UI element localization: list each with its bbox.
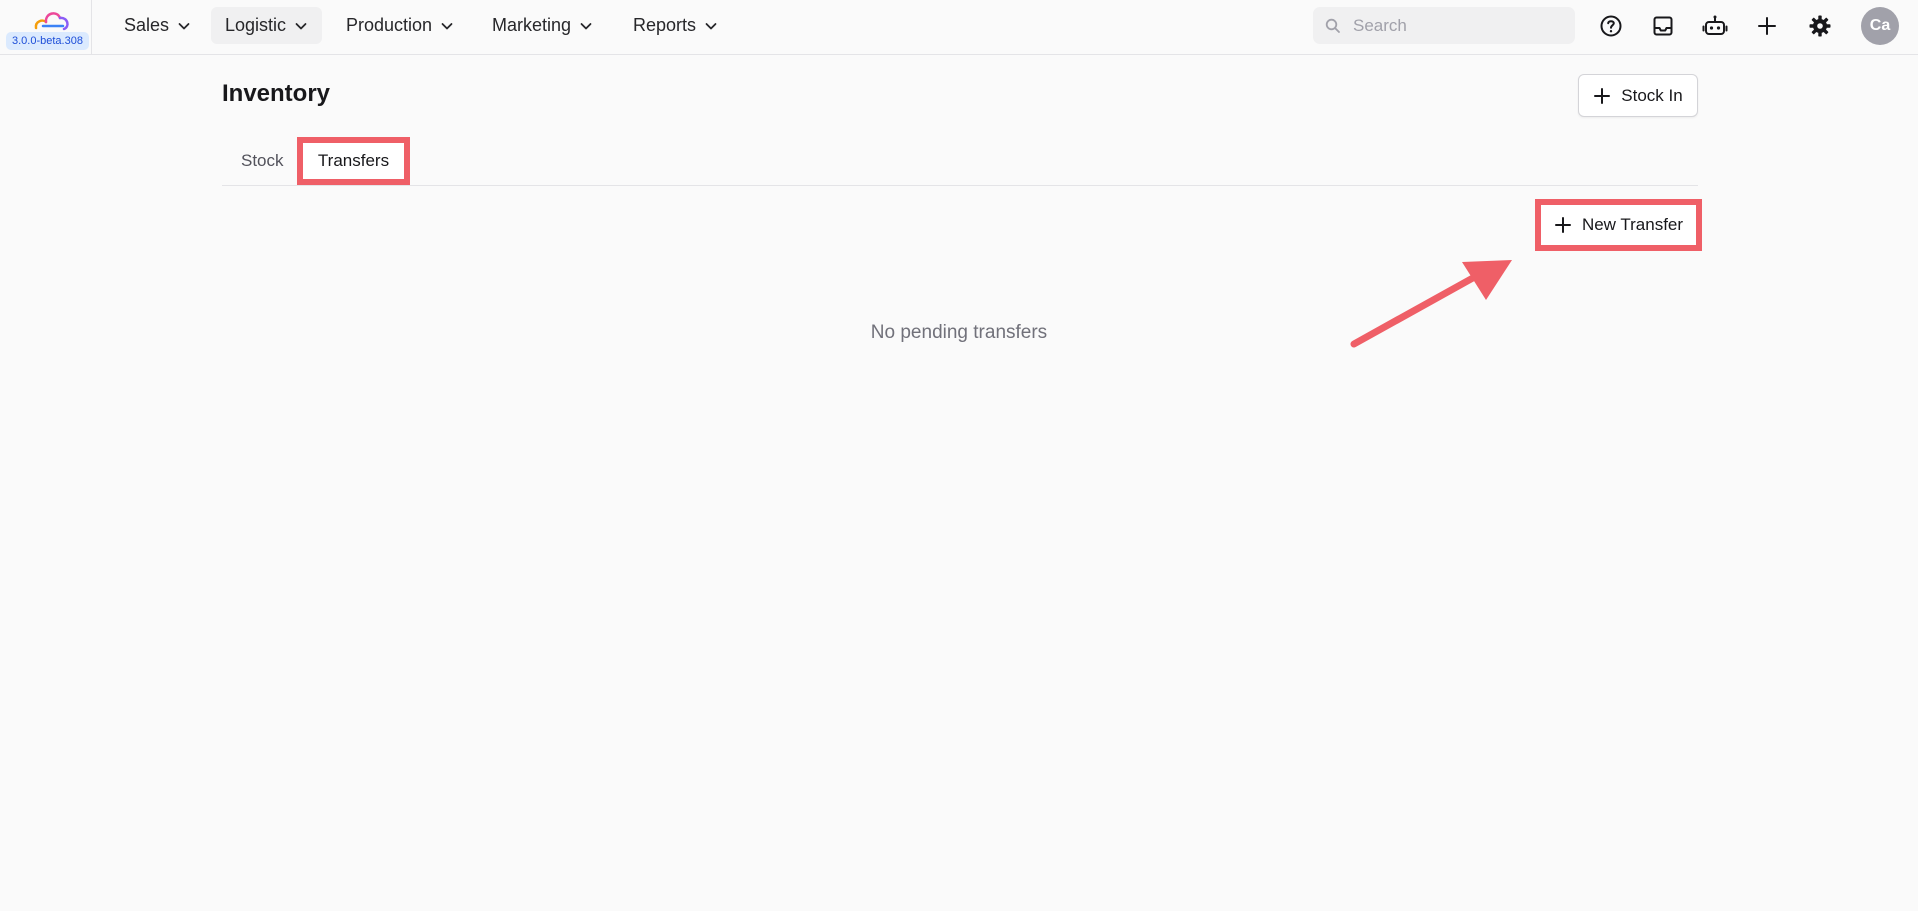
help-button[interactable]	[1597, 12, 1625, 40]
create-button[interactable]	[1753, 12, 1781, 40]
bot-icon	[1702, 15, 1728, 35]
nav-item-label: Sales	[124, 15, 170, 35]
cloud-logo-icon	[34, 12, 69, 31]
chevron-down-icon	[178, 22, 190, 29]
avatar-initials: Ca	[1869, 17, 1891, 34]
nav-item-label: Production	[346, 15, 433, 35]
settings-button[interactable]	[1806, 12, 1834, 40]
top-navigation-bar: 3.0.0-beta.308 Sales Logistic Production…	[0, 0, 1918, 55]
new-transfer-button[interactable]: New Transfer	[1535, 199, 1702, 251]
nav-item-production[interactable]: Production	[332, 7, 468, 44]
gear-icon	[1809, 15, 1831, 37]
logo-area[interactable]: 3.0.0-beta.308	[0, 0, 92, 54]
inventory-tabs: Stock Transfers	[222, 137, 1698, 186]
assistant-button[interactable]	[1701, 12, 1729, 40]
version-badge: 3.0.0-beta.308	[6, 32, 89, 50]
tab-transfers[interactable]: Transfers	[297, 137, 410, 185]
nav-item-reports[interactable]: Reports	[619, 7, 732, 44]
chevron-down-icon	[705, 22, 717, 29]
plus-icon	[1758, 17, 1776, 35]
nav-item-label: Logistic	[225, 15, 287, 35]
search-box[interactable]	[1313, 7, 1575, 44]
nav-item-logistic[interactable]: Logistic	[211, 7, 323, 44]
nav-item-label: Marketing	[492, 15, 572, 35]
stock-in-label: Stock In	[1621, 85, 1683, 105]
help-circle-icon	[1600, 15, 1622, 37]
new-transfer-label: New Transfer	[1581, 215, 1684, 234]
tab-stock[interactable]: Stock	[241, 137, 284, 185]
search-icon	[1325, 18, 1340, 33]
search-input[interactable]	[1351, 14, 1561, 37]
user-avatar[interactable]: Ca	[1861, 7, 1899, 45]
chevron-down-icon	[580, 22, 592, 29]
chevron-down-icon	[441, 22, 453, 29]
nav-item-sales[interactable]: Sales	[110, 7, 205, 44]
inbox-button[interactable]	[1649, 12, 1677, 40]
plus-icon	[1594, 87, 1611, 104]
inbox-icon	[1653, 16, 1673, 36]
chevron-down-icon	[295, 22, 307, 29]
plus-icon	[1554, 217, 1571, 233]
stock-in-button[interactable]: Stock In	[1578, 74, 1698, 117]
nav-item-label: Reports	[633, 15, 697, 35]
empty-state-message: No pending transfers	[870, 322, 1048, 343]
page-title: Inventory	[222, 80, 331, 107]
tab-label: Transfers	[317, 151, 390, 170]
tab-label: Stock	[241, 151, 284, 170]
nav-item-marketing[interactable]: Marketing	[478, 7, 607, 44]
